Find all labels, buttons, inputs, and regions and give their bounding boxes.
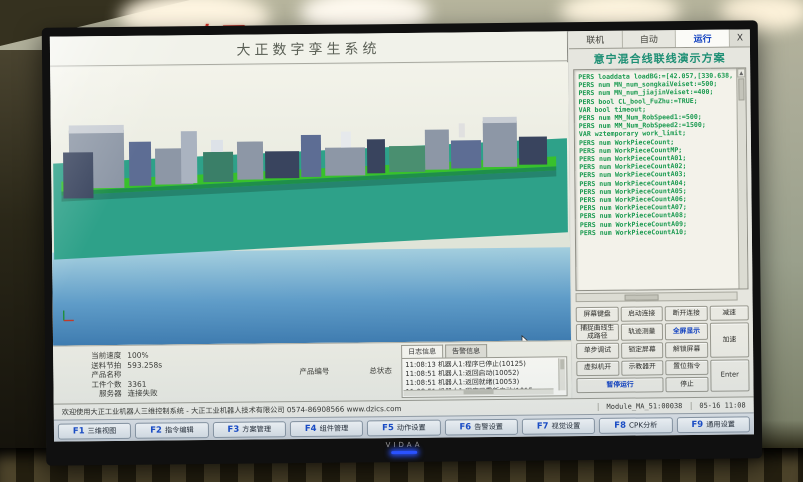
scroll-up-icon[interactable]: ▲ [737, 68, 745, 77]
fkey-key: F4 [305, 423, 317, 433]
unlock-screen-button[interactable]: 解锁屏幕 [665, 342, 708, 358]
set-command-button[interactable]: 置位指令 [665, 359, 708, 375]
3d-viewport[interactable] [50, 62, 571, 345]
control-button-grid: 屏幕键盘 启动连接 断开连接 减速 捕捉曲线生成路径 轨迹测量 全屏显示 加速 … [576, 305, 750, 393]
fkey-f4-button[interactable]: F4组件管理 [290, 420, 363, 437]
title-bar: 大正数字孪生系统 [50, 31, 567, 66]
fkey-key: F8 [614, 420, 626, 430]
tab-run[interactable]: 运行 [676, 30, 730, 48]
scrollbar-thumb[interactable] [738, 78, 744, 100]
mode-tabs: 联机 自动 运行 X [569, 29, 750, 49]
fkey-label: CPK分析 [629, 420, 658, 430]
fkey-f3-button[interactable]: F3方案管理 [213, 421, 286, 438]
status-value: 593.258s [127, 360, 167, 370]
decelerate-button[interactable]: 减速 [709, 305, 748, 321]
status-row: 服务器 连接失败 [82, 389, 168, 399]
status-rows: 当前速度 100% 送料节拍 593.258s 产品名称 工件个数 3361 [81, 350, 167, 399]
fkey-key: F3 [227, 424, 239, 434]
status-label: 产品名称 [81, 370, 121, 380]
fullscreen-button[interactable]: 全屏显示 [665, 323, 708, 340]
close-icon[interactable]: X [730, 29, 750, 46]
fkey-label: 告警设置 [474, 421, 503, 431]
fkey-f8-button[interactable]: F8CPK分析 [599, 417, 672, 434]
screen: 大正数字孪生系统 [50, 29, 754, 441]
log-message-list[interactable]: 11:08:13 机器人1:程序已停止(10125) 11:08:51 机器人1… [401, 356, 567, 398]
tab-online[interactable]: 联机 [569, 31, 623, 49]
tab-auto[interactable]: 自动 [622, 30, 676, 48]
log-vertical-scrollbar[interactable] [558, 358, 565, 390]
log-panel: 日志信息 告警信息 11:08:13 机器人1:程序已停止(10125) 11:… [401, 343, 568, 399]
stop-button[interactable]: 停止 [666, 377, 709, 393]
fkey-key: F5 [382, 423, 394, 433]
module-status: Module_MA_51:00038 [597, 401, 690, 410]
code-lines: PERS loaddata loadBG:=[42.057,[330.638,0… [574, 68, 747, 240]
main-area: 大正数字孪生系统 [50, 31, 572, 403]
status-value: 连接失败 [128, 389, 168, 399]
scheme-title: 意宁混合线联线演示方案 [569, 47, 750, 69]
product-no-label: 产品编号 [299, 366, 329, 377]
page-title: 大正数字孪生系统 [236, 38, 380, 60]
accelerate-button[interactable]: 加速 [710, 323, 750, 358]
fkey-f6-button[interactable]: F6告警设置 [444, 418, 517, 435]
fkey-label: 组件管理 [320, 423, 349, 433]
fkey-label: 通用设置 [706, 419, 735, 429]
fkey-key: F6 [459, 422, 471, 432]
single-step-button[interactable]: 单步调试 [576, 343, 619, 359]
track-measure-button[interactable]: 轨迹测量 [620, 324, 663, 341]
tab-log-info[interactable]: 日志信息 [401, 345, 443, 358]
disconnect-button[interactable]: 断开连接 [665, 306, 708, 322]
viewport-axes-icon [61, 307, 77, 323]
fkey-label: 方案管理 [242, 424, 271, 434]
fkey-f7-button[interactable]: F7视觉设置 [522, 417, 595, 434]
status-value: 100% [127, 350, 167, 360]
side-panel: 联机 自动 运行 X 意宁混合线联线演示方案 PERS loaddata loa… [569, 29, 754, 398]
scrollbar-thumb[interactable] [625, 294, 659, 300]
code-vertical-scrollbar[interactable]: ▲ [736, 68, 747, 288]
fkey-f2-button[interactable]: F2指令编辑 [135, 422, 208, 439]
code-horizontal-scrollbar[interactable] [576, 291, 738, 302]
virtual-machine-button[interactable]: 虚拟机开 [576, 360, 619, 376]
fkey-label: 指令编辑 [165, 425, 194, 435]
status-value [127, 370, 167, 380]
code-line: PERS num WorkPieceCountA10; [580, 227, 735, 237]
fkey-f9-button[interactable]: F9通用设置 [676, 416, 749, 433]
scrollbar-thumb[interactable] [464, 390, 494, 394]
capture-curve-button[interactable]: 捕捉曲线生成路径 [576, 324, 619, 341]
fkey-label: 动作设置 [397, 422, 426, 432]
code-editor[interactable]: PERS loaddata loadBG:=[42.057,[330.638,0… [573, 67, 748, 291]
start-connect-button[interactable]: 启动连接 [620, 306, 663, 322]
fkey-key: F9 [691, 419, 703, 429]
fkey-f1-button[interactable]: F1三维视图 [58, 422, 131, 439]
fkey-f5-button[interactable]: F5动作设置 [367, 419, 440, 436]
status-label: 服务器 [82, 389, 122, 399]
total-status-label: 总状态 [369, 365, 392, 376]
room-left-wall [0, 50, 46, 482]
factory-3d-scene [50, 62, 571, 345]
pause-run-button[interactable]: 暂停运行 [576, 377, 663, 393]
fkey-key: F2 [150, 425, 162, 435]
code-line: PERS num MN_num_jiajinVeiset:=400; [578, 88, 733, 98]
fkey-label: 视觉设置 [551, 421, 580, 431]
fkey-label: 三维视图 [88, 426, 117, 436]
screen-keyboard-button[interactable]: 屏幕键盘 [576, 307, 619, 323]
lock-screen-button[interactable]: 锁定屏幕 [621, 343, 664, 359]
scrollbar-thumb[interactable] [560, 359, 564, 369]
monitor: 大正数字孪生系统 [42, 20, 763, 465]
power-led [391, 451, 417, 454]
datetime: 05-16 11:08 [690, 401, 753, 410]
fkey-key: F7 [537, 421, 549, 431]
status-label: 当前速度 [81, 351, 121, 361]
fkey-key: F1 [73, 426, 85, 436]
teach-pendant-button[interactable]: 示教器开 [621, 360, 664, 376]
tab-alarm-info[interactable]: 告警信息 [445, 344, 487, 357]
enter-button[interactable]: Enter [710, 359, 750, 392]
status-info-area: 当前速度 100% 送料节拍 593.258s 产品名称 工件个数 3361 [53, 340, 572, 403]
